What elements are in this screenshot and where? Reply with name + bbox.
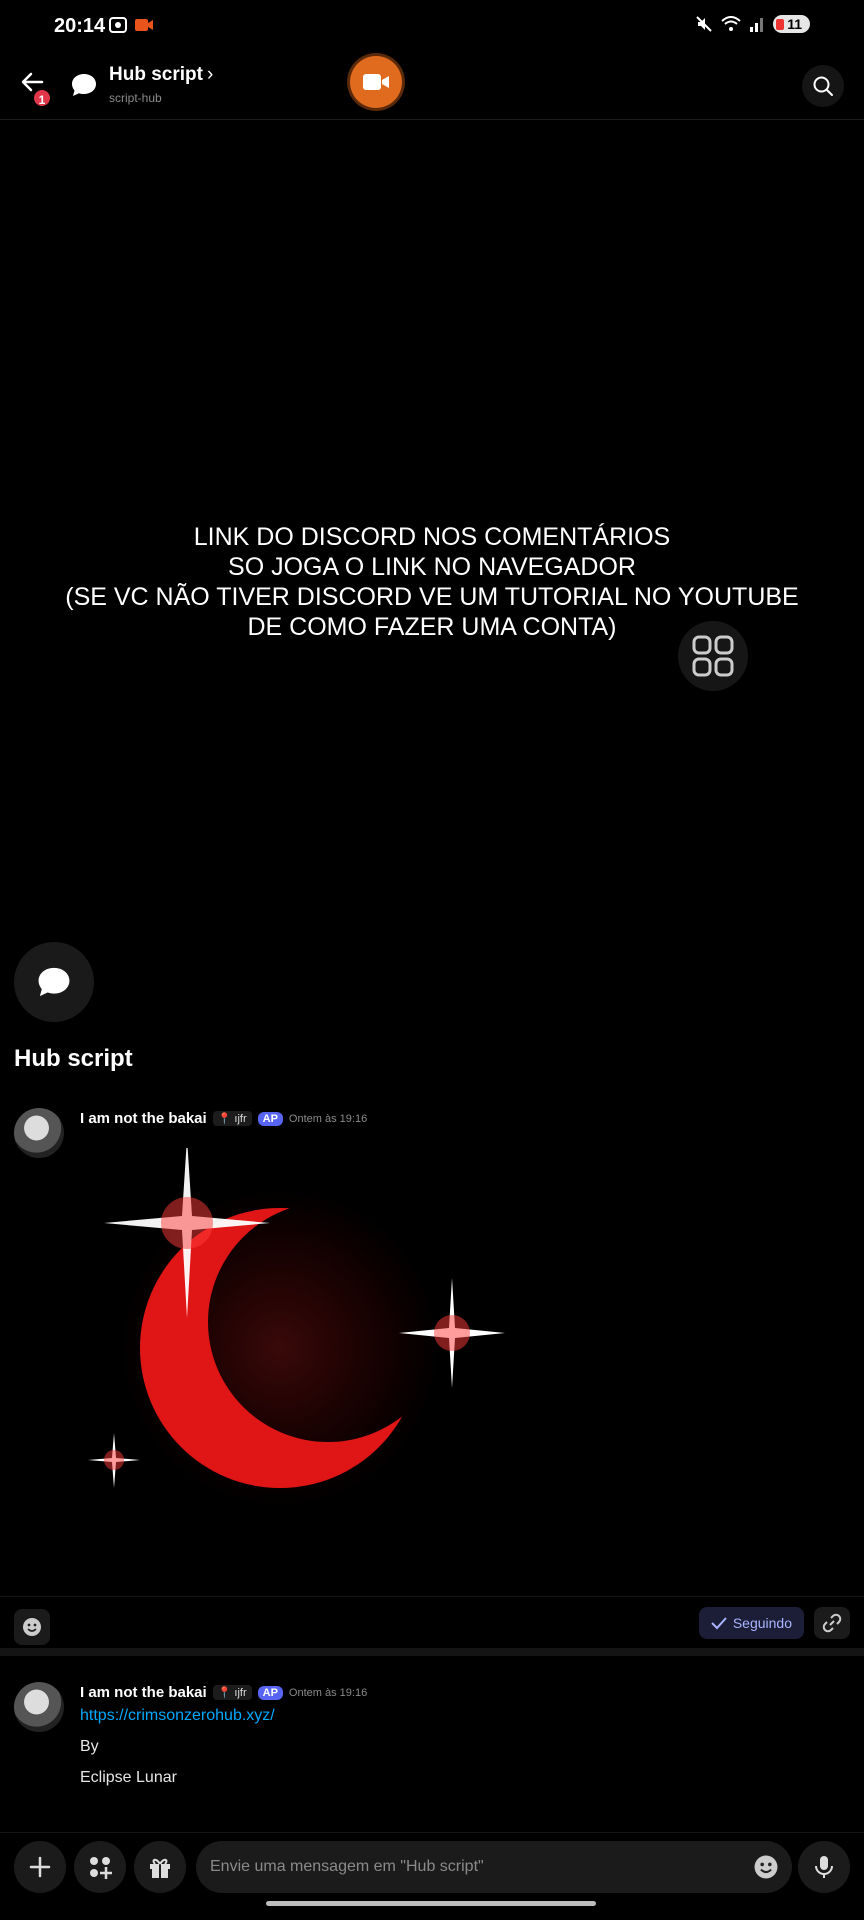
status-bar: 20:14 11	[0, 0, 864, 56]
message-actions-bar: Seguindo	[0, 1596, 864, 1648]
crescent-moon-image	[80, 1138, 520, 1528]
plus-icon	[29, 1856, 51, 1878]
chat-bubble-icon	[38, 967, 70, 997]
video-call-button[interactable]	[350, 56, 402, 108]
thread-title: Hub script	[14, 1045, 133, 1072]
pin-icon: 📍	[217, 1113, 232, 1125]
chat-bubble-icon	[70, 72, 98, 103]
voice-message-button[interactable]	[798, 1841, 850, 1893]
home-indicator	[266, 1901, 596, 1906]
pin-icon: 📍	[217, 1687, 232, 1699]
message-composer	[0, 1832, 864, 1902]
add-reaction-button[interactable]	[14, 1609, 50, 1645]
notification-badge: 1	[32, 88, 52, 108]
author-name[interactable]: I am not the bakai	[80, 1110, 207, 1127]
user-tag: 📍 ıjfr	[212, 1685, 252, 1700]
message-text: By	[80, 1738, 99, 1755]
grid-icon	[692, 635, 734, 677]
caption-line: (SE VC NÃO TIVER DISCORD VE UM TUTORIAL …	[65, 583, 799, 611]
following-button[interactable]: Seguindo	[698, 1607, 804, 1639]
timestamp: Ontem às 19:16	[288, 1686, 368, 1699]
mute-icon	[696, 16, 712, 32]
message-header: I am not the bakai 📍 ıjfr AP Ontem às 19:…	[80, 1110, 367, 1127]
video-overlay-caption: LINK DO DISCORD NOS COMENTÁRIOS SO JOGA …	[0, 522, 864, 642]
message-header: I am not the bakai 📍 ıjfr AP Ontem às 19:…	[80, 1684, 367, 1701]
avatar[interactable]	[14, 1682, 64, 1732]
channel-header: 1 Hub script › script-hub	[0, 56, 864, 120]
role-badge: AP	[257, 1111, 283, 1126]
record-icon	[135, 19, 153, 31]
link-icon	[822, 1613, 842, 1633]
video-camera-icon	[363, 74, 389, 90]
emoji-icon	[23, 1618, 41, 1636]
caption-line: LINK DO DISCORD NOS COMENTÁRIOS	[193, 523, 671, 551]
emoji-icon	[754, 1855, 778, 1879]
user-tag-text: ıjfr	[234, 1687, 247, 1699]
status-left-icons	[108, 16, 154, 34]
user-tag-text: ıjfr	[234, 1113, 247, 1125]
channel-subtitle: script-hub	[109, 91, 162, 105]
chevron-right-icon: ›	[206, 64, 214, 85]
channel-title[interactable]: Hub script ›	[109, 64, 213, 86]
following-label: Seguindo	[732, 1615, 792, 1631]
caption-line: SO JOGA O LINK NO NAVEGADOR	[228, 553, 636, 581]
wifi-icon	[721, 16, 741, 31]
message-input-wrapper	[196, 1841, 792, 1893]
role-badge: AP	[257, 1685, 283, 1700]
message-text: Eclipse Lunar	[80, 1769, 177, 1786]
add-attachment-button[interactable]	[14, 1841, 66, 1893]
message-input[interactable]	[210, 1841, 710, 1893]
copy-link-button[interactable]	[814, 1607, 850, 1639]
search-button[interactable]	[802, 65, 844, 107]
gift-button[interactable]	[134, 1841, 186, 1893]
apps-icon	[90, 1857, 112, 1879]
user-tag: 📍 ıjfr	[212, 1111, 252, 1126]
battery-indicator: 11	[773, 15, 810, 33]
microphone-icon	[815, 1856, 833, 1878]
apps-button[interactable]	[74, 1841, 126, 1893]
search-icon	[813, 76, 833, 96]
screenshot-icon	[109, 17, 127, 33]
status-time: 20:14	[54, 15, 106, 37]
thread-icon-button	[14, 942, 94, 1022]
gift-icon	[150, 1858, 170, 1878]
timestamp: Ontem às 19:16	[288, 1112, 368, 1125]
avatar[interactable]	[14, 1108, 64, 1158]
floating-grid-button[interactable]	[678, 621, 748, 691]
signal-icon	[750, 18, 764, 32]
author-name[interactable]: I am not the bakai	[80, 1684, 207, 1701]
check-icon	[711, 1617, 727, 1630]
emoji-picker-button[interactable]	[752, 1853, 780, 1881]
message-link[interactable]: https://crimsonzerohub.xyz/	[80, 1707, 275, 1725]
channel-title-text: Hub script	[109, 64, 203, 85]
image-attachment[interactable]	[80, 1138, 520, 1528]
section-divider	[0, 1648, 864, 1656]
status-right-icons: 11	[695, 15, 810, 33]
